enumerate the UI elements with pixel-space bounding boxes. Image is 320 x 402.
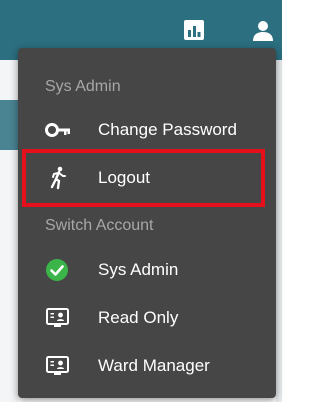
change-password-label: Change Password [98,120,237,139]
account-menu: Sys Admin Change Password Logout Switch … [18,48,276,398]
section-header-switch-account: Switch Account [45,217,154,234]
check-circle-icon [46,259,68,281]
switch-account-ward-manager[interactable]: Ward Manager [18,342,276,390]
switch-account-sys-admin[interactable]: Sys Admin [18,246,276,294]
section-header-sys-admin: Sys Admin [45,78,121,95]
sys-admin-label: Sys Admin [98,260,179,279]
bar-chart-icon[interactable] [182,18,206,42]
logout-highlight-box [22,149,265,207]
change-password-item[interactable]: Change Password [18,106,276,154]
read-only-label: Read Only [98,308,179,327]
key-icon [45,123,70,137]
user-icon[interactable] [251,18,275,42]
page-background [0,60,18,402]
ward-manager-label: Ward Manager [98,356,210,375]
account-card-icon [46,308,69,327]
page-band [0,100,18,150]
switch-account-read-only[interactable]: Read Only [18,294,276,342]
account-card-icon [46,356,69,375]
page-background-right [276,60,282,402]
